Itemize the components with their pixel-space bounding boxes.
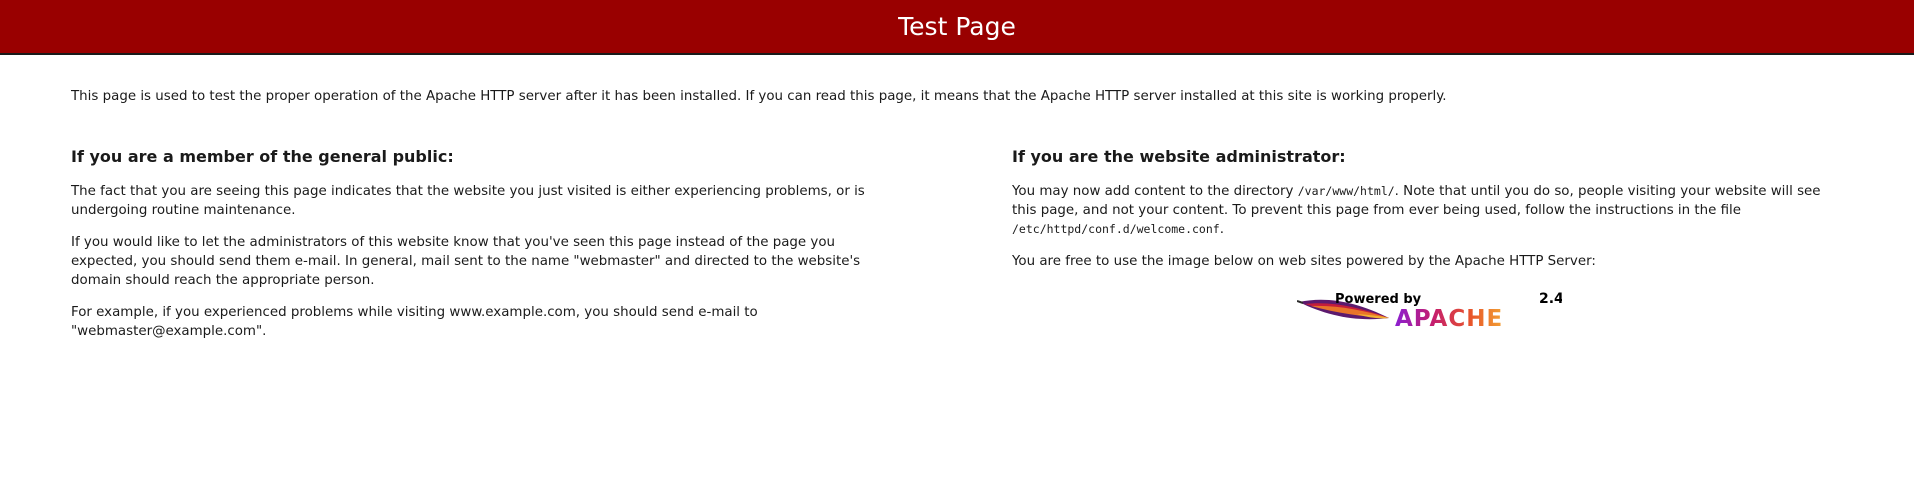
intro-text: This page is used to test the proper ope… xyxy=(71,89,1447,104)
general-public-heading: If you are a member of the general publi… xyxy=(71,147,454,166)
powered-by-label: Powered by xyxy=(1335,292,1422,307)
general-public-section: If you are a member of the general publi… xyxy=(71,147,901,354)
admin-text-part: You may now add content to the directory xyxy=(1012,184,1298,199)
admin-text-part: . xyxy=(1219,222,1224,237)
page-title: Test Page xyxy=(898,12,1016,41)
general-public-paragraph-2: If you would like to let the administrat… xyxy=(71,235,861,288)
administrator-paragraph-2: You are free to use the image below on w… xyxy=(1012,254,1596,269)
apache-version-label: 2.4 xyxy=(1539,291,1562,307)
powered-by-apache-image: Powered by 2.4 APACHE xyxy=(1297,291,1562,328)
administrator-section: If you are the website administrator: Yo… xyxy=(1012,147,1842,284)
general-public-paragraph-3: For example, if you experienced problems… xyxy=(71,305,758,339)
welcome-conf-path: /etc/httpd/conf.d/welcome.conf xyxy=(1012,222,1220,236)
administrator-paragraph-1: You may now add content to the directory… xyxy=(1012,182,1842,239)
web-root-directory: /var/www/html/ xyxy=(1297,184,1395,198)
apache-brand-label: APACHE xyxy=(1395,306,1503,328)
powered-by-apache-badge[interactable]: Powered by 2.4 APACHE xyxy=(1297,288,1562,328)
page-header: Test Page xyxy=(0,0,1914,55)
administrator-heading: If you are the website administrator: xyxy=(1012,147,1346,166)
general-public-paragraph-1: The fact that you are seeing this page i… xyxy=(71,184,865,218)
